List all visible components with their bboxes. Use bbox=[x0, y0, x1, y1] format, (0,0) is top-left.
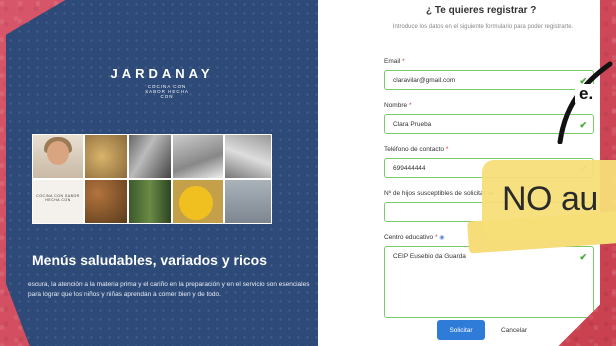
children-label-text: Nº de hijos susceptibles de solicitar se bbox=[384, 190, 495, 197]
email-value: claravilar@gmail.com bbox=[393, 77, 456, 84]
phone-label: Teléfono de contacto * bbox=[384, 146, 448, 153]
phone-value: 699444444 bbox=[393, 165, 426, 172]
photo-hands bbox=[172, 134, 224, 179]
logo-tagline: COCINA CON SABOR HECHA CON bbox=[145, 84, 189, 99]
brand-logo: JARDANAY COCINA CON SABOR HECHA CON bbox=[102, 66, 222, 99]
photo-dish bbox=[84, 134, 128, 179]
required-asterisk: * bbox=[408, 102, 412, 109]
check-icon: ✔ bbox=[579, 252, 587, 262]
form-subtitle: Introduce los datos en el siguiente form… bbox=[392, 24, 574, 30]
school-label-text: Centro educativo bbox=[384, 234, 434, 241]
name-label: Nombre * bbox=[384, 102, 411, 109]
photo-bread bbox=[84, 179, 128, 224]
phone-label-text: Teléfono de contacto bbox=[384, 146, 444, 153]
brand-panel: JARDANAY COCINA CON SABOR HECHA CON COCI… bbox=[6, 0, 318, 346]
photo-utensils bbox=[224, 134, 272, 179]
required-asterisk: * bbox=[402, 58, 405, 65]
info-icon[interactable]: ◉ bbox=[439, 235, 444, 241]
name-value: Clara Prueba bbox=[393, 121, 432, 128]
annotation-corner-text: e. bbox=[575, 84, 598, 104]
required-asterisk: * bbox=[434, 234, 438, 241]
submit-button[interactable]: Solicitar bbox=[437, 320, 485, 340]
photo-collage: COCINA CON SABOR HECHA CON bbox=[32, 134, 272, 224]
photo-fish bbox=[224, 179, 272, 224]
school-value: CEIP Eusebio da Guarda bbox=[393, 253, 466, 260]
required-asterisk: * bbox=[445, 146, 449, 153]
left-body-text: escura, la atención a la materia prima y… bbox=[28, 281, 310, 298]
annotation-banner: NO au bbox=[482, 160, 616, 240]
name-label-text: Nombre bbox=[384, 102, 408, 109]
children-label: Nº de hijos susceptibles de solicitar se bbox=[384, 190, 494, 197]
photo-kitchen bbox=[128, 134, 172, 179]
photo-cook bbox=[32, 134, 84, 179]
cancel-button[interactable]: Cancelar bbox=[494, 320, 534, 340]
left-headline: Menús saludables, variados y ricos bbox=[32, 252, 267, 268]
photo-vegetables bbox=[128, 179, 172, 224]
photo-yellow-plate bbox=[172, 179, 224, 224]
logo-wordmark: JARDANAY bbox=[110, 66, 214, 81]
school-label: Centro educativo * ◉ bbox=[384, 234, 445, 241]
collage-brand-card: COCINA CON SABOR HECHA CON bbox=[32, 179, 84, 224]
form-title: ¿ Te quieres registrar ? bbox=[426, 5, 537, 16]
email-label: Email * bbox=[384, 58, 405, 65]
school-textarea[interactable]: CEIP Eusebio da Guarda ✔ bbox=[384, 246, 594, 318]
email-label-text: Email bbox=[384, 58, 401, 65]
